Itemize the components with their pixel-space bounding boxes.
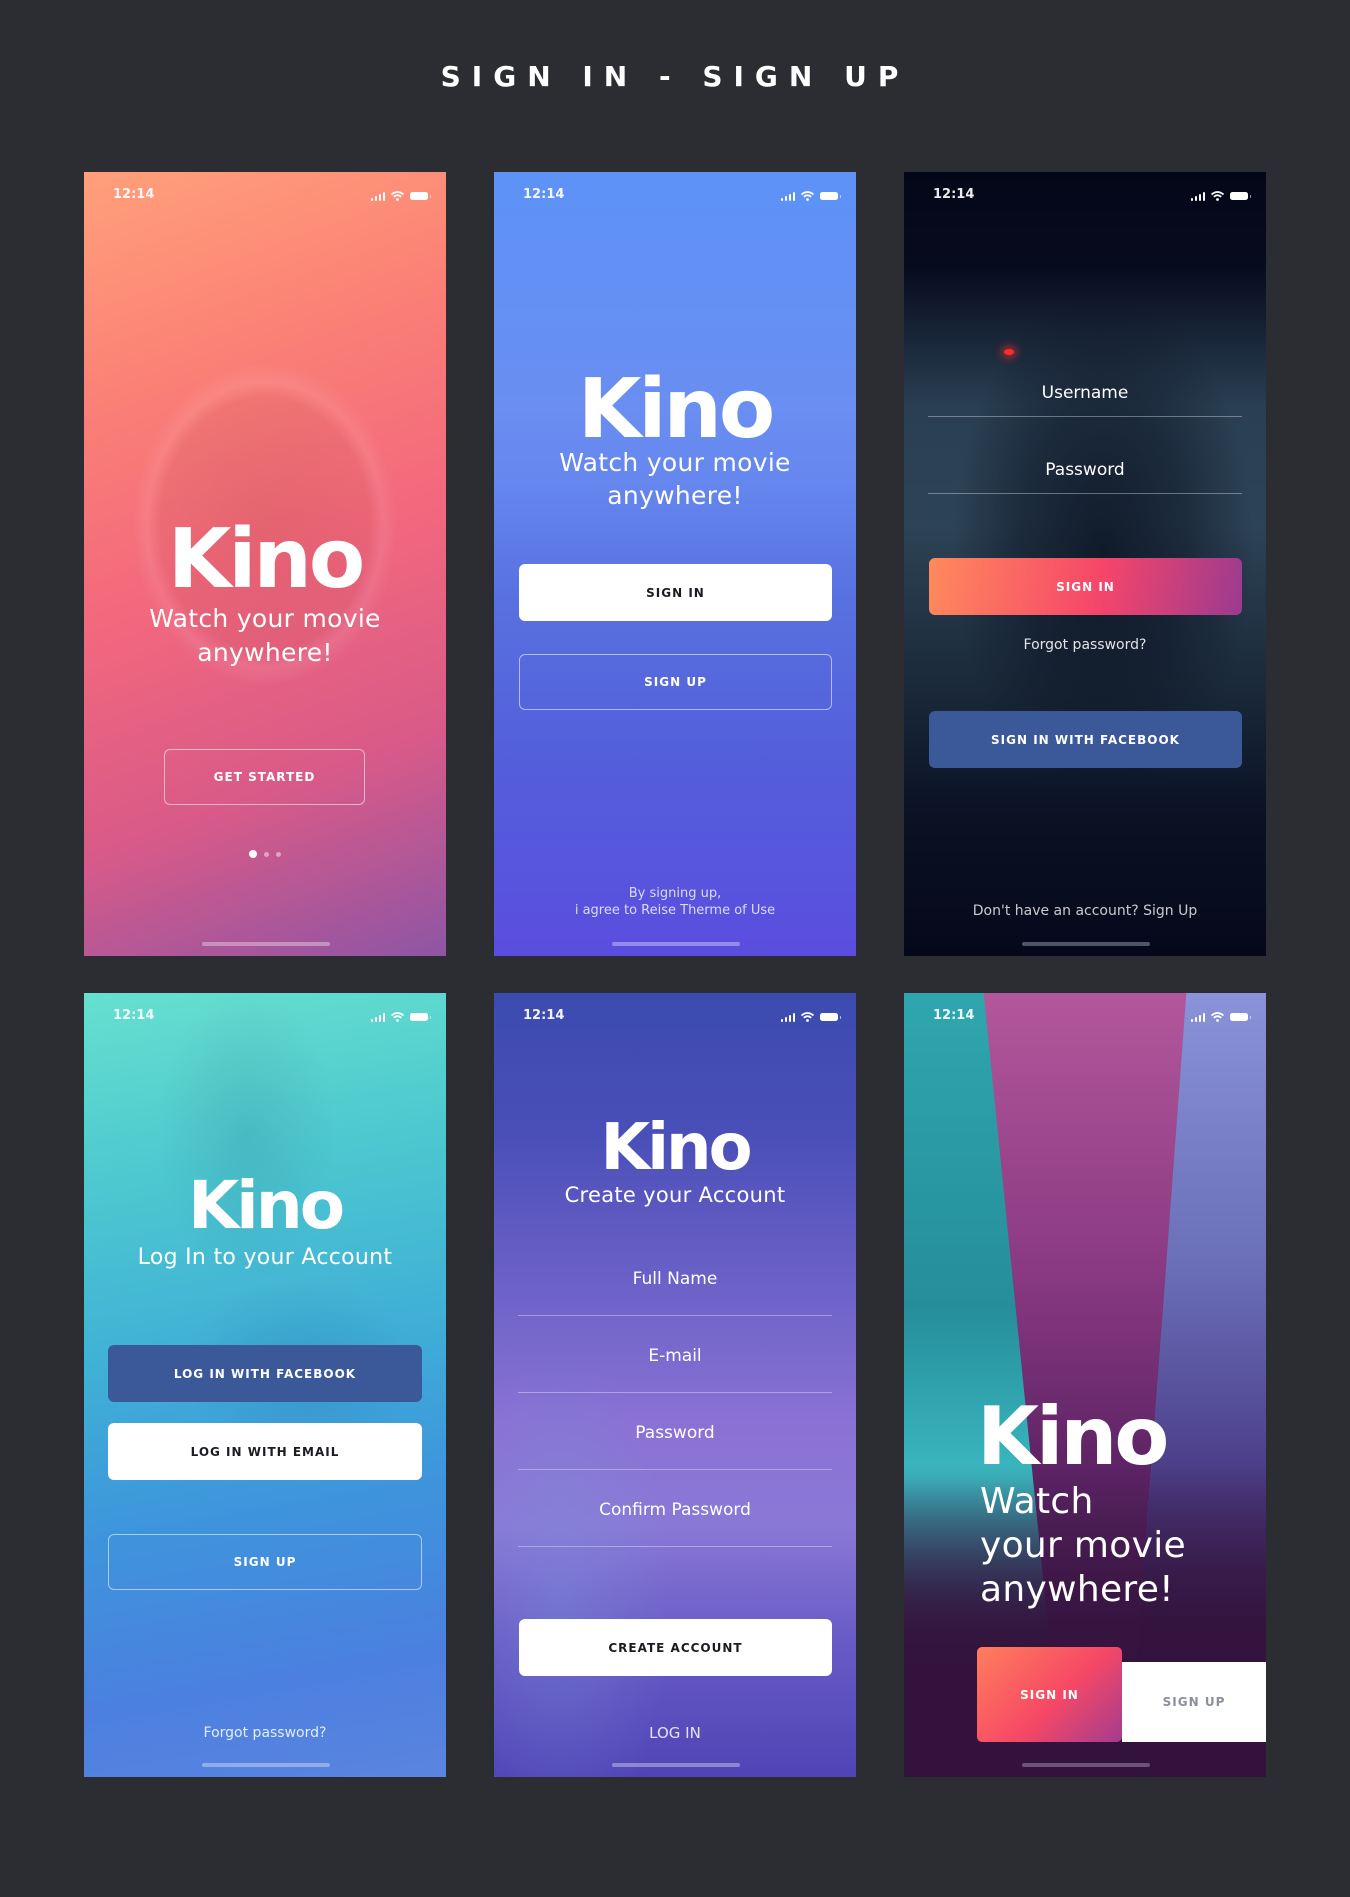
get-started-button[interactable]: GET STARTED [164,749,365,805]
sign-in-facebook-button[interactable]: SIGN IN WITH FACEBOOK [929,711,1242,768]
forgot-password-link[interactable]: Forgot password? [84,1725,446,1741]
status-time: 12:14 [933,187,975,202]
sign-in-button[interactable]: SIGN IN [929,558,1242,615]
kino-logo: Kino [577,362,775,457]
status-bar: 12:14 [904,1007,1266,1027]
home-indicator [1022,942,1150,946]
pagination-dots[interactable] [84,850,446,858]
status-bar: 12:14 [494,186,856,206]
confirm-password-input[interactable]: Confirm Password [518,1493,832,1547]
kino-logo: Kino [167,512,365,607]
tagline-line1: Watch [980,1481,1094,1522]
tagline-line2: your movie [980,1525,1186,1566]
kino-logo: Kino [187,1167,345,1244]
sign-in-button[interactable]: SIGN IN [519,564,832,621]
email-input[interactable]: E-mail [518,1339,832,1393]
wifi-icon [391,1012,404,1022]
tagline-line2: anywhere! [197,638,333,667]
status-bar: 12:14 [84,186,446,206]
sign-up-button[interactable]: SIGN UP [108,1534,422,1590]
page-title: SIGN IN - SIGN UP [440,60,910,93]
status-bar: 12:14 [84,1007,446,1027]
battery-icon [410,1013,431,1021]
page-dot-3[interactable] [276,851,281,857]
status-time: 12:14 [933,1008,975,1023]
sign-up-button[interactable]: SIGN UP [1122,1662,1266,1742]
home-indicator [1022,1763,1150,1767]
battery-icon [410,192,431,200]
log-in-link[interactable]: LOG IN [494,1724,856,1742]
signal-icon [780,1012,795,1022]
status-time: 12:14 [523,187,565,202]
battery-icon [820,1013,841,1021]
forgot-password-link[interactable]: Forgot password? [904,637,1266,653]
status-time: 12:14 [113,1008,155,1023]
terms-link[interactable]: i agree to Reise Therme of Use [494,903,856,918]
full-name-input[interactable]: Full Name [518,1262,832,1316]
tagline-line2: anywhere! [607,481,743,510]
subtitle: Log In to your Account [137,1245,393,1270]
screen-create-account: 12:14 Kino Create your Account Full Name… [494,993,856,1777]
wifi-icon [801,191,814,201]
password-input[interactable]: Password [928,453,1242,494]
battery-icon [1230,1013,1251,1021]
status-bar: 12:14 [904,186,1266,206]
signal-icon [1190,1012,1205,1022]
sign-up-button[interactable]: SIGN UP [519,654,832,710]
kino-logo: Kino [600,1111,752,1185]
signal-icon [780,191,795,201]
battery-icon [820,192,841,200]
sign-in-button[interactable]: SIGN IN [977,1647,1122,1742]
wifi-icon [391,191,404,201]
create-account-button[interactable]: CREATE ACCOUNT [519,1619,832,1676]
home-indicator [202,1763,330,1767]
screen-onboarding: 12:14 Kino Watch your movie anywhere! GE… [84,172,446,956]
signal-icon [370,1012,385,1022]
terms-line1: By signing up, [628,886,722,901]
username-input[interactable]: Username [928,376,1242,417]
wifi-icon [1211,1012,1224,1022]
log-in-email-button[interactable]: LOG IN WITH EMAIL [108,1423,422,1480]
status-time: 12:14 [523,1008,565,1023]
battery-icon [1230,192,1251,200]
signal-icon [1190,191,1205,201]
screen-landing: 12:14 Kino Watch your movie anywhere! SI… [904,993,1266,1777]
tagline-line3: anywhere! [980,1569,1174,1610]
screen-welcome: 12:14 Kino Watch your movie anywhere! SI… [494,172,856,956]
home-indicator [202,942,330,946]
status-bar: 12:14 [494,1007,856,1027]
kino-logo: Kino [977,1390,1169,1483]
tagline-line1: Watch your movie [149,604,381,633]
home-indicator [612,1763,740,1767]
home-indicator [612,942,740,946]
tagline-line1: Watch your movie [559,448,791,477]
signal-icon [370,191,385,201]
status-time: 12:14 [113,187,155,202]
screen-sign-in: 12:14 Username Password SIGN IN Forgot p… [904,172,1266,956]
page-dot-1[interactable] [249,850,257,858]
password-input[interactable]: Password [518,1416,832,1470]
page-dot-2[interactable] [264,851,269,857]
sign-up-link[interactable]: Don't have an account? Sign Up [904,903,1266,919]
log-in-facebook-button[interactable]: LOG IN WITH FACEBOOK [108,1345,422,1402]
robot-eye-glow [1004,349,1014,355]
wifi-icon [1211,191,1224,201]
subtitle: Create your Account [564,1183,786,1207]
wifi-icon [801,1012,814,1022]
screen-login-options: 12:14 Kino Log In to your Account LOG IN… [84,993,446,1777]
